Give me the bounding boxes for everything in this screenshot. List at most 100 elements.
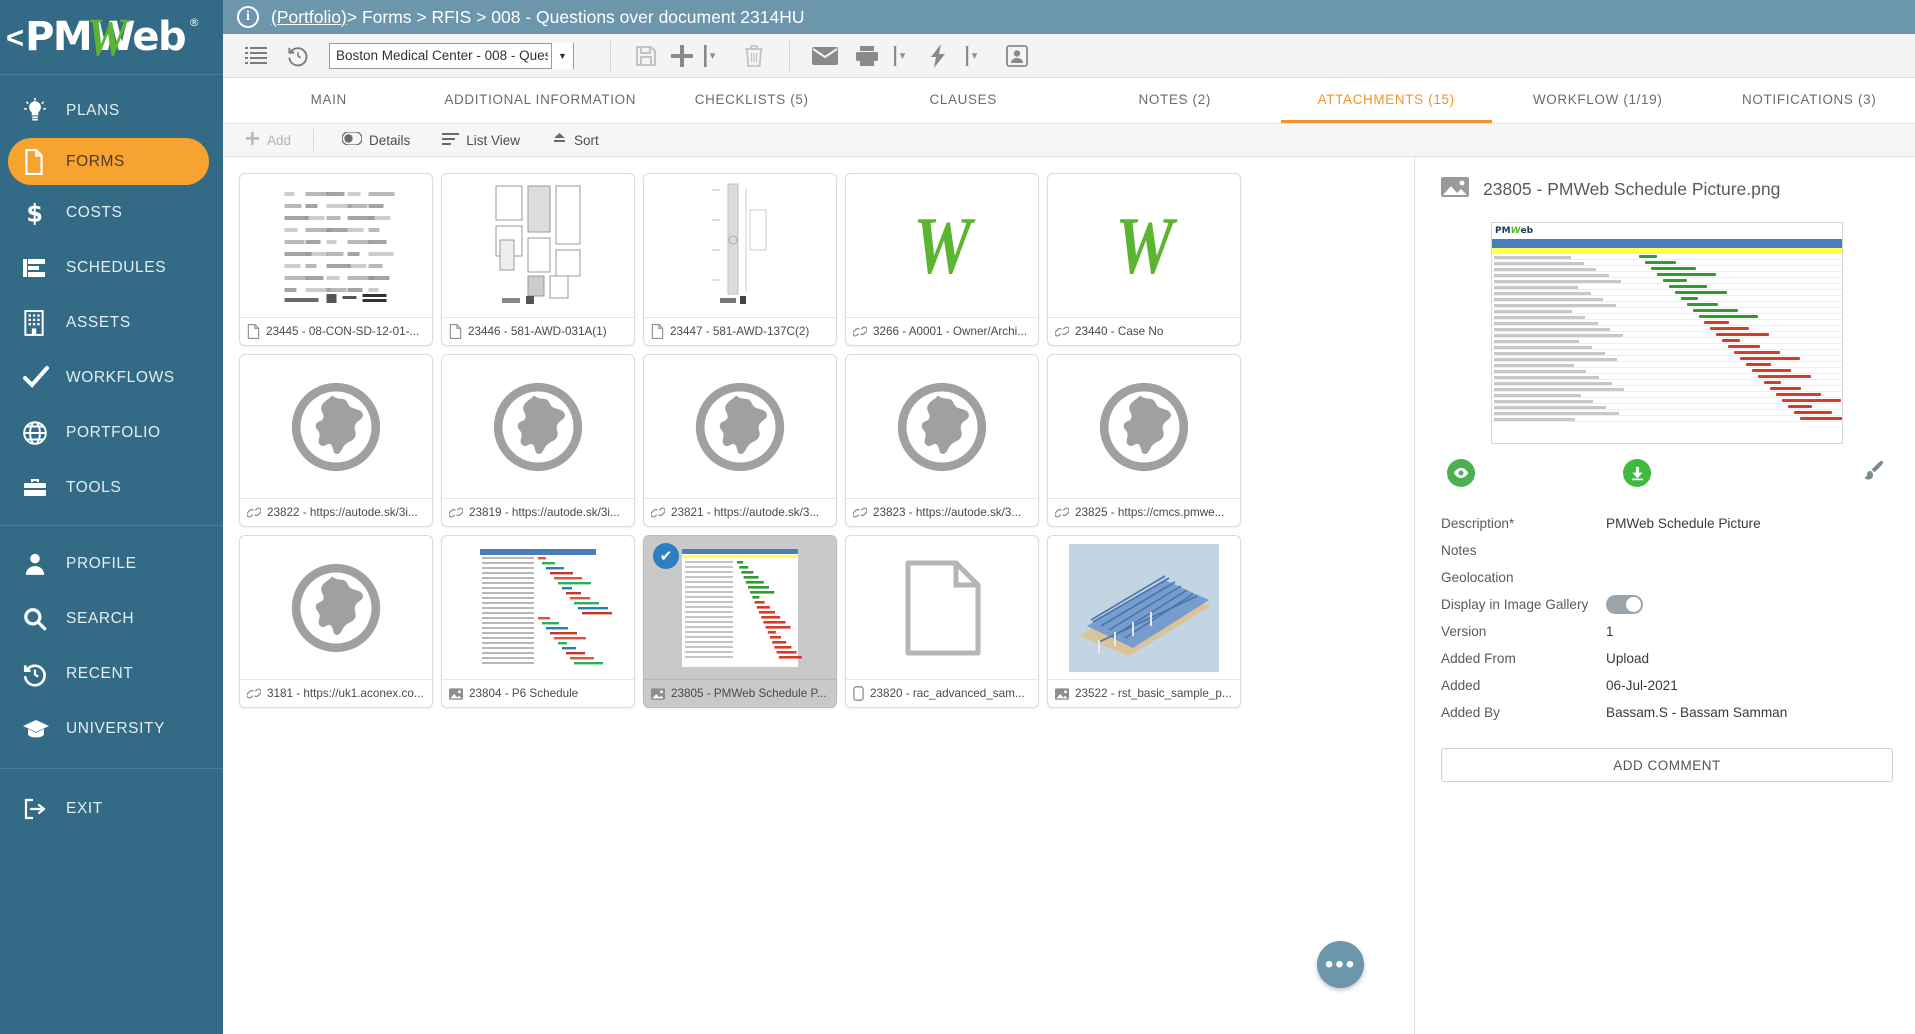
sidebar-item-schedules[interactable]: SCHEDULES: [0, 240, 223, 295]
add-attachment-button[interactable]: Add: [223, 124, 313, 157]
tab-workflow[interactable]: WORKFLOW (1/19): [1492, 78, 1704, 123]
attachment-card[interactable]: 23446 - 581-AWD-031A(1): [441, 173, 635, 346]
sidebar-item-exit[interactable]: EXIT: [0, 781, 223, 836]
email-icon[interactable]: [804, 36, 846, 76]
detail-field-label: Added By: [1441, 705, 1500, 720]
selected-check-icon[interactable]: ✔: [653, 543, 679, 569]
attachment-card[interactable]: W 3266 - A0001 - Owner/Archi...: [845, 173, 1039, 346]
attachment-card[interactable]: 3181 - https://uk1.aconex.co...: [239, 535, 433, 708]
attachments-grid: 23445 - 08-CON-SD-12-01-... 23446 - 581-A…: [239, 173, 1249, 708]
sidebar-item-portfolio[interactable]: PORTFOLIO: [0, 405, 223, 460]
gantt-row-label: [1492, 374, 1632, 379]
attachment-preview[interactable]: PMWeb: [1491, 222, 1843, 444]
plus-icon: [245, 131, 260, 149]
gantt-rows: [1492, 254, 1842, 443]
tab-clauses[interactable]: CLAUSES: [858, 78, 1070, 123]
attachment-caption: 23440 - Case No: [1048, 317, 1240, 345]
tab-attachments[interactable]: ATTACHMENTS (15): [1280, 78, 1492, 123]
detail-field-row: Added By Bassam.S - Bassam Samman: [1441, 699, 1893, 726]
print-icon[interactable]: [846, 36, 888, 76]
attachment-card[interactable]: 23445 - 08-CON-SD-12-01-...: [239, 173, 433, 346]
app-logo[interactable]: < PMWeb W ®: [0, 0, 223, 74]
attachment-card[interactable]: 23822 - https://autode.sk/3i...: [239, 354, 433, 527]
tab-notifications[interactable]: NOTIFICATIONS (3): [1704, 78, 1915, 123]
sidebar-item-label: COSTS: [66, 203, 123, 221]
attachment-thumbnail: W: [1114, 199, 1174, 291]
gantt-bar: [1716, 333, 1769, 336]
attachment-name: 23445 - 08-CON-SD-12-01-...: [266, 325, 420, 338]
sidebar-item-recent[interactable]: RECENT: [0, 646, 223, 701]
attachment-card[interactable]: 23825 - https://cmcs.pmwe...: [1047, 354, 1241, 527]
gantt-bar: [1763, 381, 1782, 384]
sidebar-item-workflows[interactable]: WORKFLOWS: [0, 350, 223, 405]
gantt-bar: [1674, 291, 1728, 294]
details-label: Details: [369, 132, 411, 148]
sidebar-item-label: PLANS: [66, 101, 120, 119]
download-icon[interactable]: [1623, 459, 1651, 487]
app-root: < PMWeb W ® PLANS FORMS $ COSTS SCHEDULE…: [0, 0, 1915, 1034]
attachment-card[interactable]: 23804 - P6 Schedule: [441, 535, 635, 708]
tab-additional-information[interactable]: ADDITIONAL INFORMATION: [435, 78, 647, 123]
save-icon[interactable]: [625, 36, 667, 76]
sort-icon: [552, 132, 567, 148]
attachment-card[interactable]: 23823 - https://autode.sk/3...: [845, 354, 1039, 527]
chevron-down-icon[interactable]: ▼: [551, 42, 573, 69]
attachment-caption: 23819 - https://autode.sk/3i...: [442, 498, 634, 526]
attachment-card[interactable]: 23447 - 581-AWD-137C(2): [643, 173, 837, 346]
details-toggle[interactable]: Details: [326, 124, 426, 157]
attachment-card[interactable]: 23821 - https://autode.sk/3...: [643, 354, 837, 527]
print-dropdown-caret[interactable]: ▾: [888, 36, 910, 76]
gantt-bar: [1799, 417, 1842, 420]
sidebar-item-forms[interactable]: FORMS: [8, 138, 209, 185]
gantt-row-label: [1492, 410, 1632, 415]
gantt-row-label: [1492, 392, 1632, 397]
toolbox-icon: [22, 476, 66, 500]
attachment-caption: 23445 - 08-CON-SD-12-01-...: [240, 317, 432, 345]
attachment-card[interactable]: 23522 - rst_basic_sample_p...: [1047, 535, 1241, 708]
add-attachment-label: Add: [266, 132, 292, 148]
tab-notes[interactable]: NOTES (2): [1069, 78, 1281, 123]
delete-icon[interactable]: [733, 36, 775, 76]
sidebar-item-search[interactable]: SEARCH: [0, 591, 223, 646]
project-select[interactable]: Boston Medical Center - 008 - Quest ▼: [329, 42, 574, 69]
image-type-icon: [449, 687, 463, 700]
display-in-gallery-toggle[interactable]: [1606, 595, 1643, 614]
sort-button[interactable]: Sort: [536, 124, 615, 157]
add-button[interactable]: [667, 36, 697, 76]
breadcrumb-portfolio-link[interactable]: (Portfolio): [271, 7, 347, 28]
toolbar-divider: [610, 40, 611, 71]
lightning-icon[interactable]: [918, 36, 960, 76]
sidebar-item-tools[interactable]: TOOLS: [0, 460, 223, 515]
sidebar-item-university[interactable]: UNIVERSITY: [0, 701, 223, 756]
add-comment-button[interactable]: ADD COMMENT: [1441, 748, 1893, 782]
gantt-bar: [1722, 339, 1740, 342]
attachment-card[interactable]: 23819 - https://autode.sk/3i...: [441, 354, 635, 527]
list-view-button[interactable]: List View: [426, 124, 536, 157]
sidebar-item-profile[interactable]: PROFILE: [0, 536, 223, 591]
sidebar-item-costs[interactable]: $ COSTS: [0, 185, 223, 240]
attachment-card[interactable]: 23820 - rac_advanced_sam...: [845, 535, 1039, 708]
attachment-caption: 23446 - 581-AWD-031A(1): [442, 317, 634, 345]
sidebar-item-plans[interactable]: PLANS: [0, 83, 223, 138]
detail-field-row: Version 1: [1441, 618, 1893, 645]
more-actions-fab[interactable]: •••: [1317, 941, 1364, 988]
toggle-icon: [341, 131, 363, 148]
tab-main[interactable]: MAIN: [223, 78, 435, 123]
attachment-card[interactable]: W 23440 - Case No: [1047, 173, 1241, 346]
attachment-caption: 23825 - https://cmcs.pmwe...: [1048, 498, 1240, 526]
paintbrush-icon[interactable]: [1863, 459, 1885, 487]
attachment-name: 23446 - 581-AWD-031A(1): [468, 325, 607, 338]
collapse-sidebar-icon[interactable]: <: [6, 22, 24, 53]
eye-icon[interactable]: [1447, 459, 1475, 487]
sidebar-item-assets[interactable]: ASSETS: [0, 295, 223, 350]
contact-card-icon[interactable]: [996, 36, 1038, 76]
lightning-dropdown-caret[interactable]: ▾: [960, 36, 982, 76]
tab-checklists[interactable]: CHECKLISTS (5): [646, 78, 858, 123]
add-dropdown-caret[interactable]: ▾: [697, 36, 721, 76]
link-type-icon: [853, 506, 867, 519]
gantt-row-label: [1492, 266, 1632, 271]
attachment-card[interactable]: ✔ 23805 - PMWeb Schedule P...: [643, 535, 837, 708]
history-icon[interactable]: [277, 36, 319, 76]
list-icon[interactable]: [235, 36, 277, 76]
info-icon[interactable]: i: [237, 6, 259, 28]
